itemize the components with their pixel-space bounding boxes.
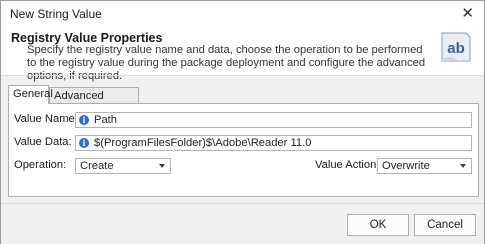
tab-advanced-options[interactable]: Advanced Options [49,87,139,119]
chevron-down-icon [460,164,466,168]
value-data-field[interactable]: i $(ProgramFilesFolder)$\Adobe\Reader 11… [75,135,472,151]
dialog-window: New String Value ✕ Registry Value Proper… [0,0,485,244]
general-panel: Value Name: i Path Value Data: i $(Progr… [8,103,479,197]
operation-label: Operation: [14,159,67,171]
value-name-field[interactable]: i Path [75,112,472,128]
title-bar: New String Value ✕ [1,1,484,27]
value-data-text: $(ProgramFilesFolder)$\Adobe\Reader 11.0 [94,137,312,149]
tab-general[interactable]: General [8,85,53,104]
ab-icon-text: ab [447,40,465,57]
dialog-body: General Advanced Options Value Name: i P… [1,75,484,204]
ok-button[interactable]: OK [347,214,409,236]
operation-value: Create [80,160,114,172]
value-name-text: Path [94,114,118,126]
header-title: Registry Value Properties [11,31,163,45]
info-icon: i [79,138,89,148]
value-action-label: Value Action: [315,159,380,171]
ab-text-icon: ab [441,32,471,62]
value-name-label: Value Name: [14,113,78,125]
cancel-button[interactable]: Cancel [414,214,476,236]
dialog-header: Registry Value Properties Specify the re… [1,27,484,82]
dialog-footer: OK Cancel [1,203,484,244]
value-action-value: Overwrite [382,160,430,172]
info-icon: i [79,115,89,125]
window-title: New String Value [10,7,102,21]
value-data-label: Value Data: [14,136,72,148]
operation-select[interactable]: Create [75,158,171,174]
close-icon[interactable]: ✕ [461,4,474,22]
chevron-down-icon [159,164,165,168]
value-action-select[interactable]: Overwrite [377,158,472,174]
